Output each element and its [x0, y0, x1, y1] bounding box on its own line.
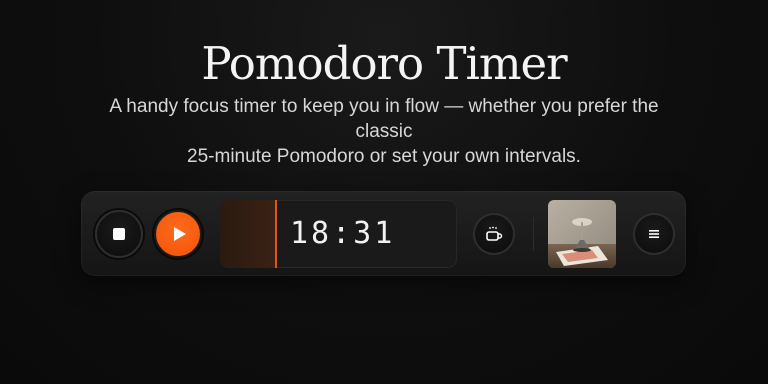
menu-icon: [649, 230, 659, 238]
subtitle-line-2: 25-minute Pomodoro or set your own inter…: [187, 146, 581, 167]
play-button[interactable]: [154, 210, 202, 258]
time-remaining: 18:31: [290, 216, 396, 251]
stop-button[interactable]: [95, 210, 143, 258]
progress-indicator: [275, 200, 277, 268]
ambience-thumbnail[interactable]: [548, 200, 616, 268]
stop-icon: [113, 228, 125, 240]
timer-control-bar: 18:31: [81, 191, 686, 276]
play-icon: [173, 227, 186, 241]
break-button[interactable]: [473, 213, 515, 255]
page-subtitle: A handy focus timer to keep you in flow …: [84, 94, 684, 169]
timer-display: 18:31: [220, 200, 457, 268]
divider: [533, 217, 534, 251]
menu-button[interactable]: [633, 213, 675, 255]
desk-lamp-photo: [548, 200, 616, 268]
coffee-cup-icon: [486, 226, 503, 241]
progress-fill: [220, 200, 275, 268]
page-title: Pomodoro Timer: [201, 37, 567, 90]
subtitle-line-1: A handy focus timer to keep you in flow …: [109, 96, 659, 142]
